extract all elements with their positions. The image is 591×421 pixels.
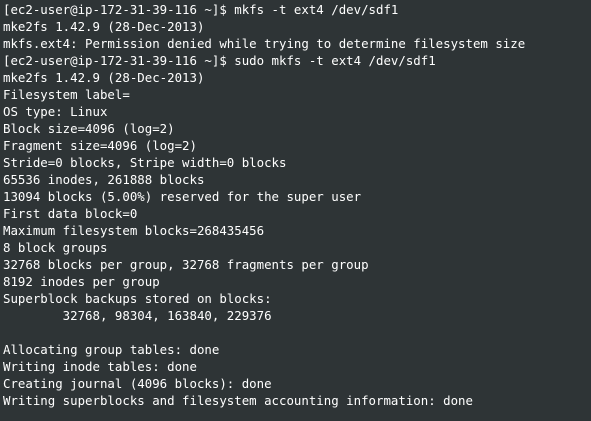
- terminal-line-stride: Stride=0 blocks, Stripe width=0 blocks: [3, 155, 287, 170]
- terminal-line-block-size: Block size=4096 (log=2): [3, 121, 175, 136]
- terminal-line-allocating-group-tables: Allocating group tables: done: [3, 342, 220, 357]
- terminal-line-backup-block-list: 32768, 98304, 163840, 229376: [3, 308, 272, 323]
- terminal-line-inodes-blocks: 65536 inodes, 261888 blocks: [3, 172, 205, 187]
- terminal-line-mke2fs-version: mke2fs 1.42.9 (28-Dec-2013): [3, 19, 205, 34]
- terminal-line-inodes-per-group: 8192 inodes per group: [3, 274, 160, 289]
- terminal-line-creating-journal: Creating journal (4096 blocks): done: [3, 376, 272, 391]
- terminal-line-permission-error: mkfs.ext4: Permission denied while tryin…: [3, 36, 526, 51]
- terminal-line-reserved-blocks: 13094 blocks (5.00%) reserved for the su…: [3, 189, 362, 204]
- terminal-line-filesystem-label: Filesystem label=: [3, 87, 130, 102]
- terminal-line-prompt-mkfs: [ec2-user@ip-172-31-39-116 ~]$ mkfs -t e…: [3, 2, 399, 17]
- terminal-line-block-groups: 8 block groups: [3, 240, 108, 255]
- terminal-line-superblock-backups: Superblock backups stored on blocks:: [3, 291, 272, 306]
- terminal-line-max-fs-blocks: Maximum filesystem blocks=268435456: [3, 223, 265, 238]
- terminal-line-writing-superblocks: Writing superblocks and filesystem accou…: [3, 393, 473, 408]
- terminal-line-fragment-size: Fragment size=4096 (log=2): [3, 138, 197, 153]
- terminal-line-first-data-block: First data block=0: [3, 206, 138, 221]
- terminal-window[interactable]: [ec2-user@ip-172-31-39-116 ~]$ mkfs -t e…: [0, 0, 591, 421]
- terminal-line-mke2fs-version-2: mke2fs 1.42.9 (28-Dec-2013): [3, 70, 205, 85]
- terminal-line-os-type: OS type: Linux: [3, 104, 108, 119]
- terminal-line-blocks-per-group: 32768 blocks per group, 32768 fragments …: [3, 257, 369, 272]
- terminal-line-writing-inode-tables: Writing inode tables: done: [3, 359, 197, 374]
- terminal-line-prompt-sudo-mkfs: [ec2-user@ip-172-31-39-116 ~]$ sudo mkfs…: [3, 53, 436, 68]
